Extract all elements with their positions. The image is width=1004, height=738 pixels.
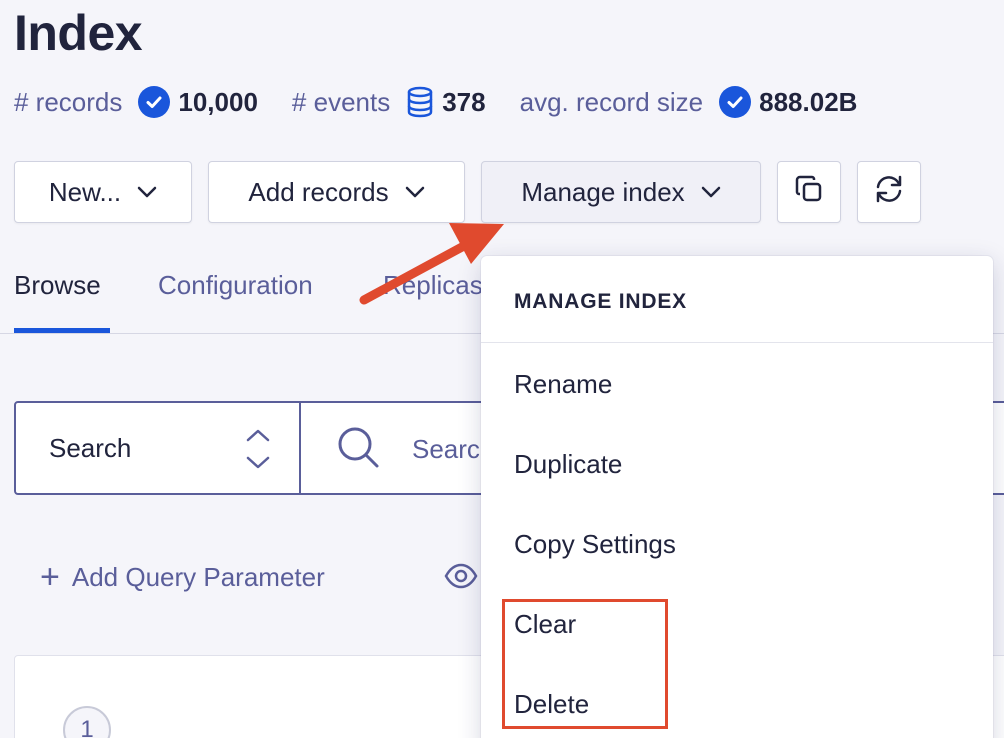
index-stats: # records 10,000 # events 378 avg. recor…	[14, 82, 857, 122]
dropdown-header: MANAGE INDEX	[514, 290, 687, 313]
tab-replicas[interactable]: Replicas	[383, 270, 483, 301]
check-circle-icon	[719, 86, 752, 118]
chevron-down-icon	[405, 186, 425, 198]
manage-index-button[interactable]: Manage index	[481, 161, 761, 223]
search-mode-label: Search	[49, 432, 132, 463]
manage-index-button-label: Manage index	[521, 176, 685, 207]
records-stat-value: 10,000	[178, 86, 258, 117]
records-stat-label: # records	[14, 86, 123, 117]
page-title: Index	[14, 5, 143, 61]
search-icon	[336, 425, 382, 476]
add-records-button-label: Add records	[248, 176, 389, 207]
chevron-down-icon	[137, 186, 157, 198]
new-button-label: New...	[48, 176, 122, 207]
new-button[interactable]: New...	[14, 161, 192, 223]
menu-item-duplicate[interactable]: Duplicate	[514, 449, 622, 480]
menu-item-rename[interactable]: Rename	[514, 369, 612, 400]
add-query-parameter-button[interactable]: + Add Query Parameter	[40, 556, 325, 598]
up-down-chevron-icon	[245, 427, 271, 478]
menu-item-copy-settings[interactable]: Copy Settings	[514, 529, 676, 560]
tab-browse[interactable]: Browse	[14, 270, 101, 301]
add-query-parameter-label: Add Query Parameter	[71, 561, 325, 592]
record-size-stat-label: avg. record size	[519, 86, 704, 117]
events-stat-label: # events	[291, 86, 391, 117]
dropdown-divider	[481, 342, 993, 343]
chevron-down-icon	[701, 186, 721, 198]
refresh-button[interactable]	[857, 161, 921, 223]
plus-icon: +	[40, 558, 60, 596]
check-circle-icon	[138, 86, 171, 118]
copy-index-button[interactable]	[777, 161, 841, 223]
record-size-stat-value: 888.02B	[759, 86, 858, 117]
tab-configuration[interactable]: Configuration	[158, 270, 313, 301]
add-records-button[interactable]: Add records	[208, 161, 465, 223]
result-row-number: 1	[63, 706, 111, 738]
search-mode-select[interactable]: Search	[16, 403, 301, 493]
copy-icon	[794, 174, 824, 211]
eye-icon[interactable]	[444, 562, 478, 595]
database-icon	[406, 86, 434, 118]
menu-item-delete[interactable]: Delete	[514, 689, 589, 720]
manage-index-dropdown: MANAGE INDEX Rename Duplicate Copy Setti…	[481, 256, 993, 738]
menu-item-clear[interactable]: Clear	[514, 609, 576, 640]
events-stat-value: 378	[442, 86, 486, 117]
refresh-icon	[873, 174, 905, 211]
